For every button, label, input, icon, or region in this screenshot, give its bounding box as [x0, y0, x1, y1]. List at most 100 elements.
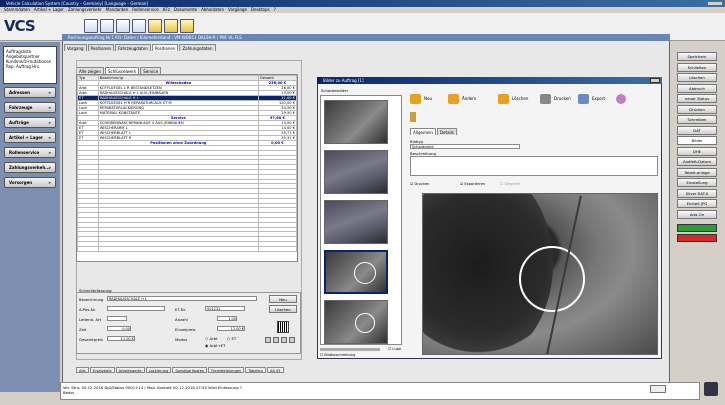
menu-item[interactable]: KFz: [163, 7, 170, 12]
zoom-slider[interactable]: [320, 348, 380, 351]
thumbnail-1[interactable]: [324, 100, 388, 144]
status-green-button[interactable]: [677, 224, 717, 232]
new-button[interactable]: Neu: [269, 295, 297, 303]
right-action-button[interactable]: Bilder: [677, 136, 717, 145]
right-action-button[interactable]: Abbruch: [677, 83, 717, 93]
right-action-button[interactable]: Tabelt-anlage: [677, 167, 717, 177]
menu-item[interactable]: Desktops: [251, 7, 270, 12]
right-action-button[interactable]: Add-On: [677, 209, 717, 219]
beschreibung-textarea[interactable]: [410, 156, 658, 176]
menu-item[interactable]: ?: [274, 7, 276, 12]
thumbnail-5[interactable]: [324, 300, 388, 344]
main-tab[interactable]: Zahlungsdaten: [179, 44, 216, 51]
image-new-button[interactable]: Neu: [410, 92, 432, 106]
right-action-button[interactable]: Drucken: [677, 104, 717, 114]
print-checkbox[interactable]: ☑ Drucken: [410, 182, 429, 186]
image-export-button[interactable]: Export: [578, 92, 605, 106]
new-doc-icon[interactable]: [84, 19, 98, 33]
sidebar-nav-button[interactable]: Vorsorgen: [4, 177, 56, 188]
right-action-button[interactable]: Schreiben: [677, 115, 717, 124]
bottom-tab[interactable]: Sonstige Kosten: [172, 367, 208, 373]
zeit-input[interactable]: 0,00: [107, 326, 131, 331]
selected-image[interactable]: [422, 193, 658, 355]
bottom-tab[interactable]: Alt 05: [267, 367, 284, 373]
right-action-button[interactable]: Einstellung: [677, 178, 717, 187]
tab-allgemein[interactable]: Allgemein: [410, 128, 436, 135]
export-checkbox[interactable]: ☑ Exportieren: [460, 182, 485, 186]
thumbnail-3[interactable]: [324, 200, 388, 244]
right-action-button[interactable]: Audfeft-Datum: [677, 157, 717, 166]
status-icons[interactable]: [650, 385, 666, 393]
sidebar-list-item[interactable]: Rep. Auftrag Hrs.: [6, 64, 54, 69]
tab-details[interactable]: Details: [436, 128, 457, 135]
main-tab[interactable]: Positionen: [87, 44, 115, 51]
sidebar-nav-button[interactable]: Zahlungsverkeh...: [4, 162, 56, 173]
modus-option-arbt[interactable]: ○ Arbt: [205, 336, 218, 341]
sidebar-nav-button[interactable]: Rollenservice: [4, 147, 56, 158]
thumbnail-4[interactable]: [324, 250, 388, 294]
right-action-button[interactable]: DAT: [677, 125, 717, 135]
bottom-tab[interactable]: Arbeitswerte: [115, 367, 145, 373]
nav-prev-icon[interactable]: [273, 337, 279, 343]
bottom-tab[interactable]: Ersatzteile: [89, 367, 115, 373]
right-action-button[interactable]: neuer Status: [677, 94, 717, 103]
menu-item[interactable]: Vorgänge: [228, 7, 247, 12]
bottom-tab[interactable]: Fremdleistungen: [208, 367, 245, 373]
menu-item[interactable]: Rollenservice: [132, 7, 159, 12]
bottom-tab[interactable]: Alle: [76, 367, 89, 373]
door-icon[interactable]: [410, 112, 416, 122]
thumbnail-2[interactable]: [324, 150, 388, 194]
right-action-button[interactable]: Löschen: [677, 73, 717, 82]
zoom-checkbox[interactable]: ☐ Lupe: [388, 347, 401, 351]
right-action-button[interactable]: Silver DAT-II: [677, 188, 717, 198]
delete-button[interactable]: Löschen: [269, 305, 297, 313]
info-icon[interactable]: [616, 94, 626, 104]
sidebar-nav-button[interactable]: Aufträge: [4, 117, 56, 128]
sidebar-nav-button[interactable]: Artikel + Lager: [4, 132, 56, 143]
menu-item[interactable]: Stammdaten: [4, 7, 30, 12]
star-icon[interactable]: [164, 19, 178, 33]
diamond-icon[interactable]: [180, 19, 194, 33]
menu-item[interactable]: Zahlungsverkehr: [68, 7, 102, 12]
bottom-tab[interactable]: Tabellen: [245, 367, 267, 373]
einzelpreis-input[interactable]: 11,00 €: [217, 326, 245, 331]
bildtyp-select[interactable]: Schadenbild: [410, 144, 520, 149]
nav-last-icon[interactable]: [289, 337, 295, 343]
apos-input[interactable]: [107, 306, 165, 311]
modus-option-arbt-et[interactable]: ◉ Arbt+ET: [205, 343, 226, 348]
edit-doc-icon[interactable]: [116, 19, 130, 33]
menu-item[interactable]: Dokumente: [174, 7, 197, 12]
sidebar-nav-button[interactable]: Adressen: [4, 87, 56, 98]
open-doc-icon[interactable]: [100, 19, 114, 33]
camera-icon[interactable]: [704, 382, 718, 396]
right-action-button[interactable]: DHE: [677, 146, 717, 156]
nav-next-icon[interactable]: [281, 337, 287, 343]
einheit-input[interactable]: [107, 316, 127, 321]
right-action-button[interactable]: Schließen: [677, 62, 717, 72]
print-doc-icon[interactable]: [132, 19, 146, 33]
anzahl-input[interactable]: 1,00: [217, 316, 237, 321]
modus-option-et[interactable]: ○ ET: [227, 336, 236, 341]
menu-item[interactable]: Mandanten: [106, 7, 129, 12]
main-tab[interactable]: Vorgang: [64, 44, 87, 51]
locked-checkbox[interactable]: ☐ Gesperrt: [500, 182, 520, 186]
gesamtpreis-input[interactable]: 11,00 €: [107, 336, 135, 341]
image-delete-button[interactable]: Löschen: [498, 92, 528, 106]
image-edit-button[interactable]: Ändern: [448, 92, 476, 106]
barcode-icon[interactable]: [277, 321, 289, 333]
menu-item[interactable]: Artikel + Lager: [34, 7, 64, 12]
folder-icon[interactable]: [148, 19, 162, 33]
main-tab[interactable]: Positionen: [151, 44, 179, 51]
etnr-input[interactable]: 001231: [205, 306, 245, 311]
status-red-button[interactable]: [677, 234, 717, 242]
main-tab[interactable]: Fahrzeugdaten: [115, 44, 151, 51]
bottom-tab[interactable]: Lackierung: [145, 367, 172, 373]
image-description-checkbox[interactable]: ☐ Bildbeschreibung: [320, 353, 355, 357]
images-window-controls[interactable]: [650, 78, 660, 83]
right-action-button[interactable]: Speichern: [677, 52, 717, 61]
image-print-button[interactable]: Drucken: [540, 92, 571, 106]
nav-first-icon[interactable]: [265, 337, 271, 343]
right-action-button[interactable]: Einheit JPG: [677, 199, 717, 208]
menu-item[interactable]: Abholdaten: [201, 7, 224, 12]
window-controls[interactable]: [707, 1, 723, 6]
